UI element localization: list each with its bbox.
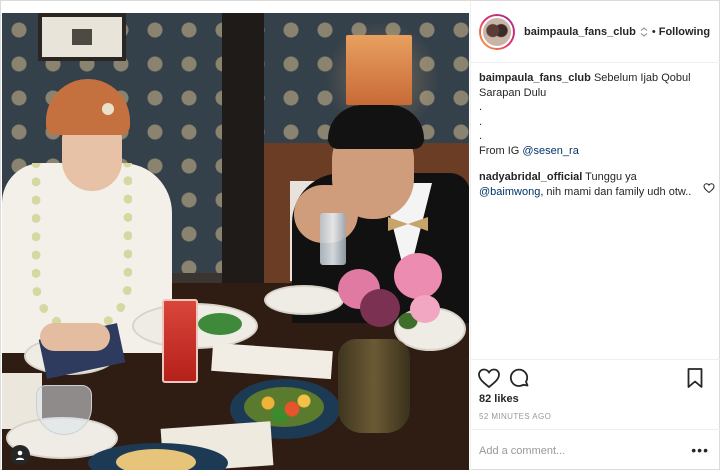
comment-like-heart-icon[interactable] bbox=[703, 182, 715, 194]
add-comment-input[interactable] bbox=[479, 444, 679, 457]
add-comment-row: ••• bbox=[471, 429, 720, 470]
comment-text: Tunggu ya bbox=[585, 171, 637, 183]
verified-glyph bbox=[640, 26, 648, 37]
flower-bouquet bbox=[324, 245, 452, 345]
action-bar bbox=[471, 359, 720, 395]
comment-mention[interactable]: @baimwong bbox=[479, 186, 540, 198]
avatar[interactable] bbox=[479, 13, 515, 50]
rose bbox=[360, 289, 400, 327]
instagram-post-frame: baimpaula_fans_club • Following baimpaul… bbox=[0, 0, 720, 470]
caption-dot: . bbox=[479, 101, 483, 113]
following-button[interactable]: Following bbox=[659, 26, 710, 38]
caption-source-handle[interactable]: @sesen_ra bbox=[522, 145, 578, 157]
rose bbox=[394, 253, 442, 299]
guest-hair bbox=[328, 105, 424, 149]
heart-icon[interactable] bbox=[477, 366, 501, 390]
vase bbox=[338, 339, 410, 433]
lamp bbox=[346, 35, 412, 105]
verified-icon bbox=[640, 26, 648, 37]
comment-icon[interactable] bbox=[507, 366, 531, 390]
header-username[interactable]: baimpaula_fans_club bbox=[524, 26, 636, 38]
groom-hand bbox=[40, 323, 110, 351]
comments-list: baimpaula_fans_club Sebelum Ijab Qobul S… bbox=[479, 71, 715, 199]
more-options-icon[interactable]: ••• bbox=[691, 442, 709, 458]
avatar-image bbox=[481, 15, 513, 48]
comment-text-rest: , nih mami dan family udh otw.. bbox=[540, 185, 692, 198]
post-photo[interactable] bbox=[2, 13, 469, 470]
caption-dot: . bbox=[479, 130, 483, 142]
caption: baimpaula_fans_club Sebelum Ijab Qobul S… bbox=[479, 71, 715, 158]
food bbox=[198, 313, 242, 335]
post-timestamp[interactable]: 52 MINUTES AGO bbox=[479, 412, 551, 421]
rose bbox=[410, 295, 440, 323]
juice-glass bbox=[162, 299, 198, 383]
header-separator: • bbox=[651, 25, 656, 38]
salad bbox=[244, 387, 324, 427]
bookmark-icon[interactable] bbox=[683, 366, 707, 390]
post-sidebar: baimpaula_fans_club • Following baimpaul… bbox=[470, 1, 720, 470]
user-tag-glyph bbox=[15, 450, 25, 460]
pillar bbox=[222, 13, 264, 283]
likes-count[interactable]: 82 likes bbox=[479, 393, 519, 405]
wall-picture bbox=[38, 13, 126, 61]
caption-source: From IG @sesen_ra bbox=[479, 145, 579, 157]
caption-username[interactable]: baimpaula_fans_club bbox=[479, 72, 591, 84]
comment-item: nadyabridal_official Tunggu ya @baimwong… bbox=[479, 170, 715, 199]
comment-username[interactable]: nadyabridal_official bbox=[479, 171, 582, 183]
user-tag-icon[interactable] bbox=[10, 445, 30, 465]
caption-dot: . bbox=[479, 115, 483, 128]
post-header: baimpaula_fans_club • Following bbox=[471, 1, 720, 63]
caption-source-prefix: From IG bbox=[479, 144, 523, 157]
